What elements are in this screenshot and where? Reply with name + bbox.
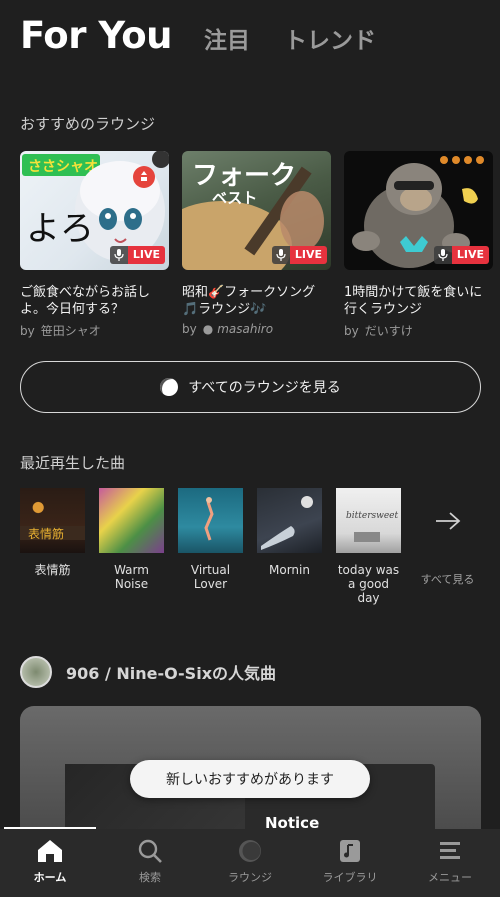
live-badge: LIVE [271,246,327,264]
track-title: Virtual Lover [190,563,231,591]
nav-lounge[interactable]: ラウンジ [200,829,300,897]
lounge-card[interactable]: ささシャオ よろ LIVE ご飯食べながらお話しよ。今日何する？ by 笹田シャ… [20,151,169,339]
lounge-host: by ● masahiro [182,322,331,336]
lounge-icon [239,840,261,862]
lounge-carousel[interactable]: ささシャオ よろ LIVE ご飯食べながらお話しよ。今日何する？ by 笹田シャ… [20,151,500,339]
album-art[interactable]: 表情筋 [20,488,85,553]
artist-section-title: 906 / Nine-O-Sixの人気曲 [66,664,277,683]
mic-icon [433,246,452,264]
nav-search[interactable]: 検索 [100,829,200,897]
live-label: LIVE [289,246,327,264]
svg-text:表情筋: 表情筋 [28,526,64,541]
host-name: 笹田シャオ [40,324,101,338]
album-art-image [204,497,214,541]
mic-icon [271,246,290,264]
by-label: by [344,324,359,338]
host-name: masahiro [217,322,274,336]
album-art-image: bittersweet [346,511,398,542]
recent-track[interactable]: Warm Noise [99,488,164,605]
album-art-image: 表情筋 [20,526,85,541]
recent-section-title: 最近再生した曲 [20,454,126,472]
album-art[interactable] [257,488,322,553]
library-icon [340,840,360,862]
lounge-card[interactable]: フォーク ベスト LIVE 昭和🎸フォークソング🎵ラウンジ🎶 by ● masahi… [182,151,331,339]
thumb-subtitle-text: ベスト [212,189,258,207]
lounge-thumbnail[interactable]: LIVE [344,151,493,270]
lounge-title[interactable]: 1時間かけて飯を食いに行くラウンジ [344,284,493,318]
track-title: Warm Noise [114,563,149,591]
nav-label: ライブラリ [322,871,378,884]
see-all-recent[interactable]: すべて見る [415,488,480,605]
new-recommendations-toast[interactable]: 新しいおすすめがあります [130,760,370,798]
album-art[interactable] [178,488,243,553]
nav-label: ホーム [33,871,67,884]
nav-label: メニュー [428,871,472,884]
tab-featured[interactable]: 注目 [204,21,250,55]
nav-label: ラウンジ [228,871,272,884]
track-title: today was a good day [337,563,400,605]
track-title: 表情筋 [34,563,71,577]
mic-icon [109,246,128,264]
lounge-thumbnail[interactable]: フォーク ベスト LIVE [182,151,331,270]
svg-text:bittersweet: bittersweet [346,511,398,521]
top-tabs: For You 注目 トレンド [20,14,376,57]
nav-home[interactable]: ホーム [0,829,100,897]
svg-text:ささシャオ: ささシャオ [28,159,98,175]
artist-avatar [20,656,52,688]
lounge-icon [160,378,179,396]
album-art[interactable]: bittersweet [336,488,401,553]
bottom-nav: ホーム 検索 ラウンジ ライブラリ メニュー [0,827,500,897]
lounges-section-title: おすすめのラウンジ [20,115,156,133]
recent-track[interactable]: Mornin [257,488,322,605]
album-art[interactable] [99,488,164,553]
thumb-handwritten-text: よろ [26,209,94,249]
nav-menu[interactable]: メニュー [400,829,500,897]
nav-label: 検索 [139,871,161,884]
home-icon [38,840,62,862]
see-all-lounges-label: すべてのラウンジを見る [188,380,341,396]
menu-icon [440,842,460,859]
arrow-right-icon[interactable] [415,488,480,553]
see-all-lounges-button[interactable]: すべてのラウンジを見る [20,361,481,413]
search-icon [138,839,162,863]
by-label: by [182,322,197,336]
live-label: LIVE [127,246,165,264]
lounge-title[interactable]: 昭和🎸フォークソング🎵ラウンジ🎶 [182,284,331,318]
lounge-host: by 笹田シャオ [20,322,169,339]
live-badge: LIVE [433,246,489,264]
active-tab-indicator [4,827,96,829]
apple-icon: ● [202,322,214,336]
by-label: by [20,324,35,338]
host-name: だいすけ [364,324,413,338]
live-label: LIVE [451,246,489,264]
nav-library[interactable]: ライブラリ [300,829,400,897]
tab-for-you[interactable]: For You [20,14,172,57]
track-title: Mornin [269,563,310,577]
lounge-thumbnail[interactable]: ささシャオ よろ LIVE [20,151,169,270]
lounge-title[interactable]: ご飯食べながらお話しよ。今日何する？ [20,284,169,318]
lounge-host: by だいすけ [344,322,493,339]
see-all-label: すべて見る [420,573,475,586]
tab-trend[interactable]: トレンド [284,21,376,55]
album-art-image [261,496,313,550]
lounge-card[interactable]: LIVE 1時間かけて飯を食いに行くラウンジ by だいすけ [344,151,493,339]
artist-section-header[interactable]: 906 / Nine-O-Sixの人気曲 [20,656,276,688]
recent-track[interactable]: Virtual Lover [178,488,243,605]
recent-tracks-row: 表情筋 表情筋 Warm Noise Virtual Lover Mornin … [20,488,480,605]
live-badge: LIVE [109,246,165,264]
recent-track[interactable]: 表情筋 表情筋 [20,488,85,605]
recent-track[interactable]: bittersweet today was a good day [336,488,401,605]
